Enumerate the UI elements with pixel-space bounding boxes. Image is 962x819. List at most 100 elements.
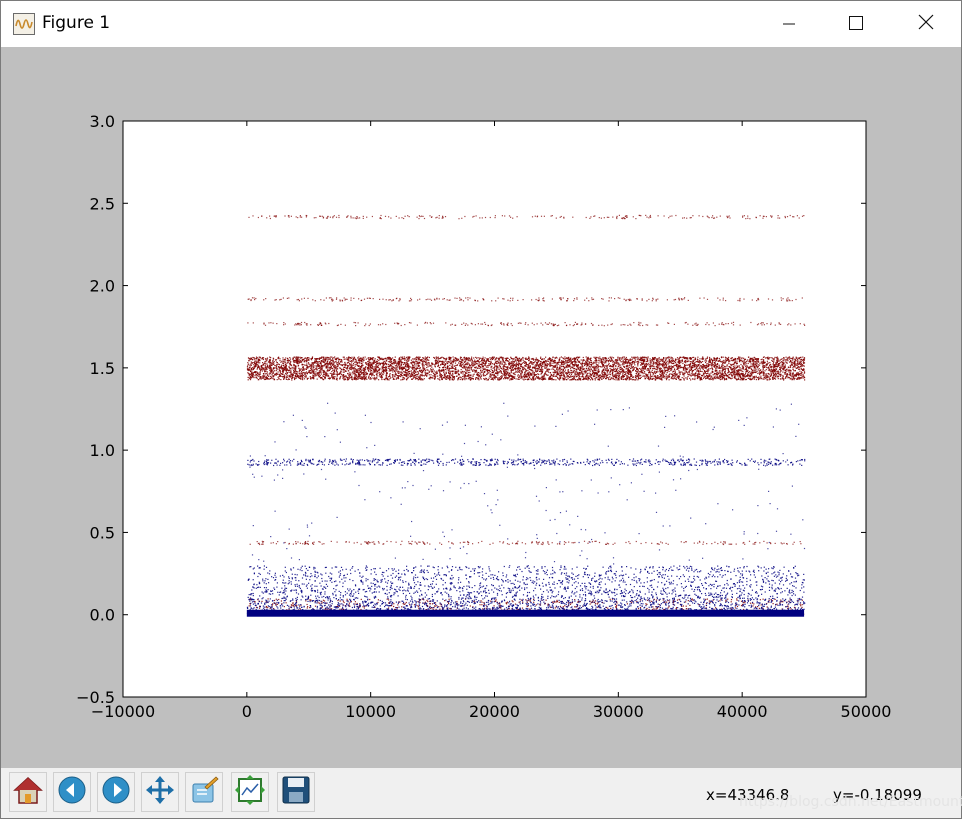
- scatter-point: [779, 366, 781, 368]
- scatter-point: [668, 379, 670, 381]
- scatter-point: [327, 358, 329, 360]
- scatter-plot[interactable]: −10000 0 10000 20000 30000 40000 50000−0.50.00…: [1, 47, 961, 768]
- scatter-point: [266, 368, 268, 370]
- title-bar[interactable]: Figure 1: [1, 1, 961, 47]
- scatter-point: [363, 377, 365, 379]
- scatter-point: [479, 372, 481, 374]
- scatter-point: [627, 362, 629, 364]
- scatter-point: [322, 361, 324, 363]
- maximize-button[interactable]: [833, 1, 879, 47]
- scatter-point: [720, 373, 722, 375]
- scatter-point: [530, 358, 532, 360]
- scatter-point: [544, 366, 546, 368]
- scatter-point: [447, 371, 450, 373]
- scatter-point: [559, 364, 561, 366]
- scatter-point: [315, 371, 317, 373]
- scatter-point: [283, 362, 285, 364]
- scatter-point: [510, 361, 512, 363]
- scatter-point: [702, 364, 704, 366]
- scatter-point: [443, 377, 446, 379]
- scatter-point: [613, 378, 615, 381]
- scatter-point: [795, 358, 797, 361]
- scatter-point: [469, 371, 471, 373]
- scatter-point: [282, 357, 284, 359]
- scatter-point: [712, 365, 714, 367]
- scatter-point: [585, 374, 587, 376]
- scatter-point: [416, 377, 419, 379]
- scatter-point: [284, 368, 286, 370]
- scatter-point: [522, 359, 524, 361]
- scatter-point: [257, 364, 259, 366]
- scatter-point: [585, 356, 587, 358]
- scatter-point: [526, 372, 528, 374]
- scatter-point: [501, 375, 503, 377]
- scatter-point: [517, 365, 520, 367]
- scatter-point: [691, 371, 693, 373]
- scatter-point: [288, 378, 290, 380]
- scatter-point: [658, 358, 660, 360]
- figure-window: Figure 1 −10000 0 10000 20000 30000 40000 5000…: [0, 0, 962, 819]
- close-button[interactable]: [903, 1, 949, 47]
- scatter-point: [797, 361, 799, 363]
- scatter-point: [772, 376, 774, 378]
- scatter-point: [400, 379, 402, 381]
- scatter-point: [247, 362, 249, 364]
- scatter-point: [784, 373, 786, 375]
- minimize-button[interactable]: [766, 1, 812, 47]
- scatter-point: [671, 376, 673, 378]
- figure-canvas[interactable]: −10000 0 10000 20000 30000 40000 50000 −0.5 0.0 0…: [1, 47, 961, 768]
- scatter-point: [573, 377, 575, 379]
- scatter-point: [556, 375, 558, 377]
- scatter-point: [521, 372, 523, 374]
- scatter-point: [402, 366, 404, 368]
- scatter-point: [660, 360, 662, 362]
- scatter-point: [305, 375, 307, 377]
- scatter-point: [573, 364, 575, 366]
- scatter-point: [710, 359, 712, 361]
- scatter-point: [779, 364, 781, 366]
- scatter-point: [630, 378, 632, 380]
- scatter-point: [532, 363, 534, 366]
- scatter-point: [428, 356, 430, 359]
- scatter-point: [270, 373, 272, 375]
- scatter-point: [253, 364, 255, 366]
- scatter-point: [718, 370, 721, 372]
- scatter-point: [603, 365, 605, 367]
- scatter-point: [678, 370, 680, 372]
- scatter-point: [679, 365, 681, 367]
- scatter-point: [397, 364, 400, 366]
- scatter-point: [722, 356, 724, 358]
- scatter-point: [487, 379, 489, 381]
- scatter-point: [532, 357, 534, 360]
- scatter-point: [246, 367, 249, 369]
- scatter-point: [556, 367, 558, 369]
- scatter-point: [334, 376, 336, 378]
- scatter-point: [429, 378, 431, 380]
- scatter-point: [576, 370, 578, 372]
- scatter-point: [659, 358, 661, 360]
- scatter-point: [346, 357, 348, 359]
- scatter-point: [694, 361, 696, 363]
- scatter-point: [253, 377, 255, 379]
- scatter-point: [266, 358, 268, 360]
- scatter-point: [381, 378, 383, 381]
- scatter-point: [552, 362, 554, 364]
- scatter-point: [468, 367, 471, 369]
- scatter-point: [487, 366, 489, 368]
- scatter-point: [417, 379, 419, 381]
- scatter-point: [380, 372, 382, 374]
- scatter-point: [474, 361, 476, 363]
- scatter-point: [783, 365, 785, 367]
- scatter-point: [525, 363, 527, 365]
- scatter-point: [630, 362, 632, 364]
- scatter-point: [383, 370, 385, 372]
- scatter-point: [464, 379, 466, 381]
- scatter-point: [519, 374, 522, 376]
- scatter-point: [553, 374, 555, 376]
- scatter-point: [606, 372, 609, 374]
- scatter-point: [408, 367, 410, 369]
- scatter-point: [726, 365, 728, 367]
- scatter-point: [474, 362, 476, 364]
- scatter-point: [423, 378, 425, 380]
- scatter-point: [400, 376, 402, 378]
